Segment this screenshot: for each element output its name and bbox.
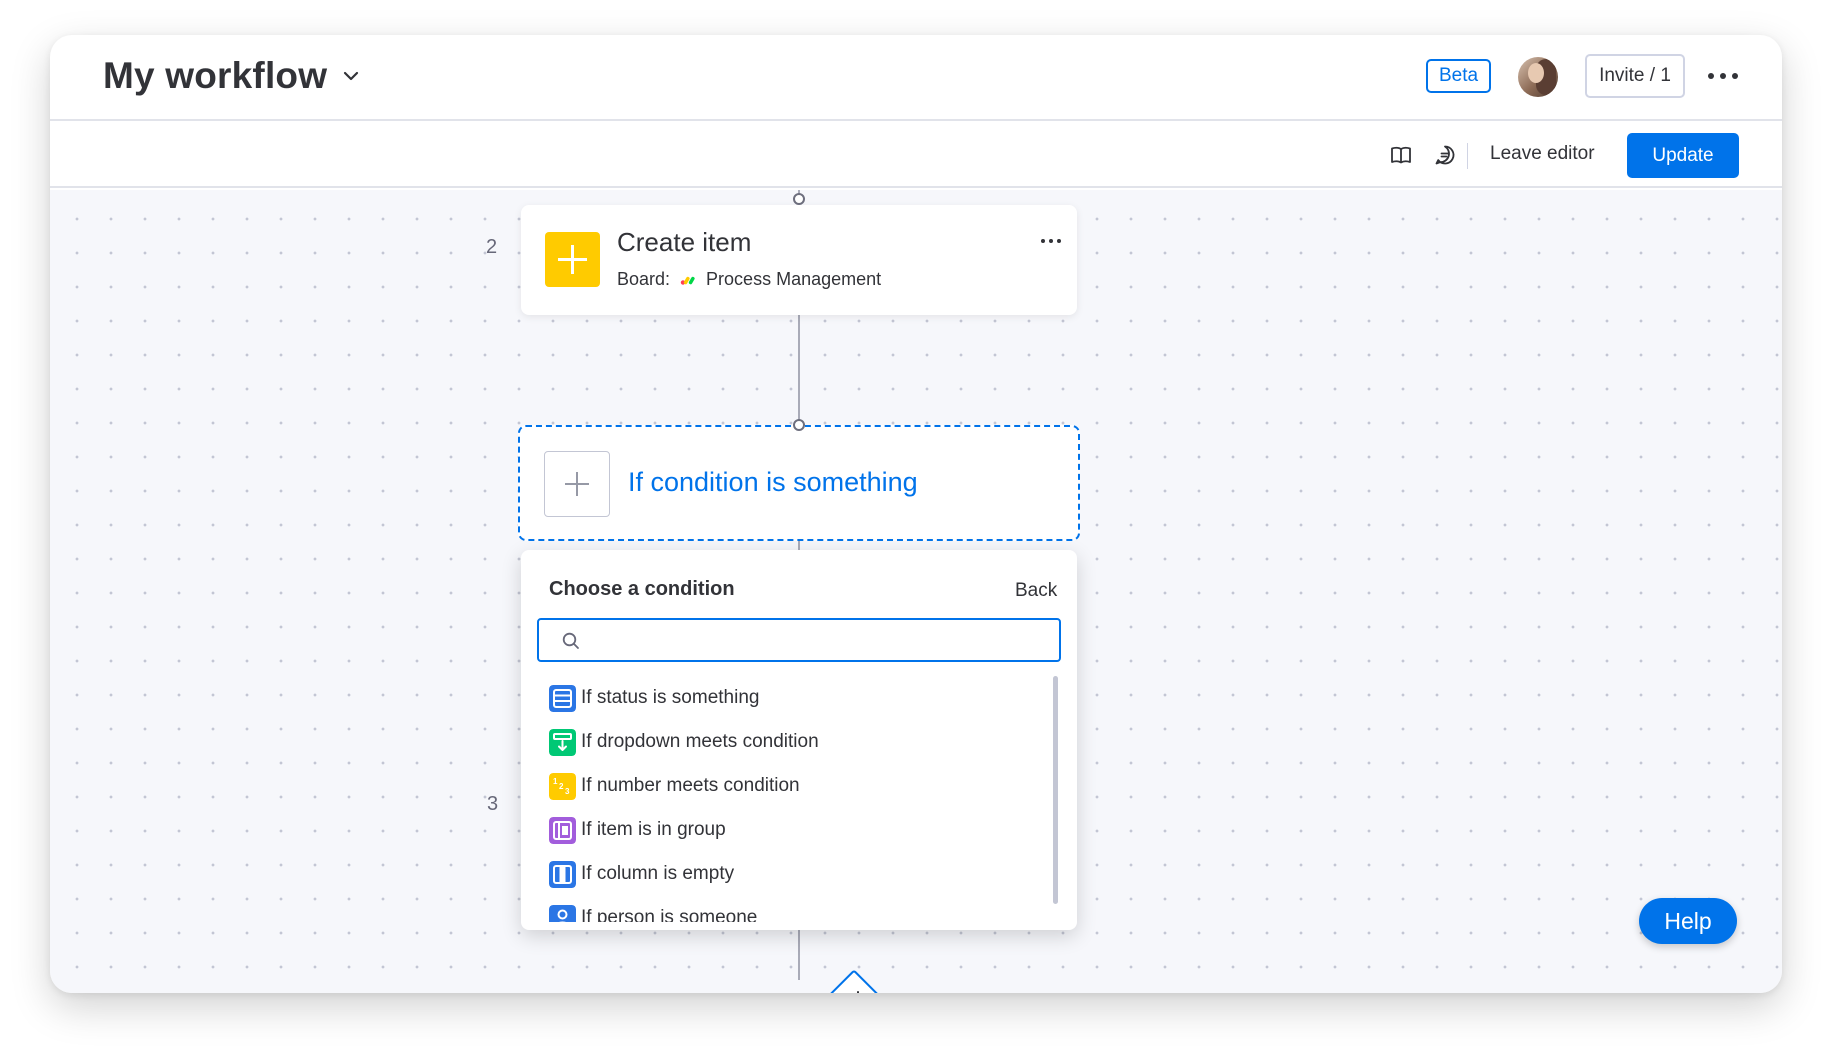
card-more-icon[interactable] bbox=[1041, 239, 1061, 245]
book-icon[interactable] bbox=[1389, 143, 1413, 167]
condition-list: If status is something If dropdown meets… bbox=[521, 670, 1061, 922]
dropdown-title: Choose a condition bbox=[549, 578, 735, 600]
column-icon bbox=[549, 860, 576, 888]
list-item-label: If column is empty bbox=[581, 863, 735, 884]
svg-text:3: 3 bbox=[565, 787, 570, 796]
dropdown-scrollbar[interactable] bbox=[1053, 676, 1058, 904]
workflow-canvas[interactable]: 2 3 Create item Board: Process Managemen… bbox=[50, 190, 1782, 993]
board-label: Board: bbox=[617, 269, 671, 289]
update-button[interactable]: Update bbox=[1627, 133, 1739, 178]
beta-badge: Beta bbox=[1426, 59, 1491, 93]
plus-icon bbox=[545, 232, 600, 287]
create-item-card[interactable]: Create item Board: Process Management bbox=[521, 205, 1077, 315]
board-name: Process Management bbox=[706, 269, 882, 289]
dropdown-column-icon bbox=[549, 728, 576, 756]
create-item-title: Create item bbox=[617, 227, 752, 257]
workflow-editor-window: My workflow Beta Invite / 1 Leave editor… bbox=[50, 35, 1782, 993]
more-options-icon[interactable] bbox=[1708, 63, 1738, 89]
connector-node[interactable] bbox=[793, 419, 805, 431]
person-column-icon bbox=[549, 904, 576, 922]
header: My workflow Beta Invite / 1 bbox=[50, 35, 1782, 121]
monday-logo-icon bbox=[680, 276, 695, 285]
toolbar-divider bbox=[1467, 143, 1468, 169]
back-button[interactable]: Back bbox=[1015, 580, 1057, 602]
condition-search-input[interactable] bbox=[537, 618, 1061, 662]
workflow-title-dropdown[interactable]: My workflow bbox=[103, 55, 361, 97]
step-number: 2 bbox=[486, 236, 498, 258]
branch-arrows-icon bbox=[857, 991, 859, 993]
step-number: 3 bbox=[487, 793, 499, 815]
avatar-face bbox=[1528, 63, 1544, 83]
workflow-title: My workflow bbox=[103, 55, 328, 96]
list-item[interactable]: If item is in group bbox=[549, 815, 726, 845]
list-item[interactable]: If dropdown meets condition bbox=[549, 727, 819, 757]
list-item-label: If item is in group bbox=[581, 819, 726, 840]
list-item-label: If status is something bbox=[581, 687, 760, 708]
chat-icon[interactable] bbox=[1433, 143, 1457, 167]
invite-button[interactable]: Invite / 1 bbox=[1585, 54, 1685, 98]
list-item[interactable]: 1 2 3 If number meets condition bbox=[549, 771, 800, 801]
condition-card[interactable]: If condition is something bbox=[518, 425, 1080, 541]
condition-label[interactable]: If condition is something bbox=[628, 467, 918, 498]
search-icon bbox=[562, 632, 579, 649]
user-avatar[interactable] bbox=[1518, 57, 1558, 97]
list-item-label: If person is someone bbox=[581, 907, 758, 922]
status-column-icon bbox=[549, 684, 576, 712]
list-item-label: If dropdown meets condition bbox=[581, 731, 819, 752]
connector-line bbox=[798, 315, 800, 425]
svg-text:1: 1 bbox=[553, 777, 558, 786]
list-item-label: If number meets condition bbox=[581, 775, 800, 796]
list-item[interactable]: If status is something bbox=[549, 683, 759, 713]
board-selector[interactable]: Board: Process Management bbox=[617, 269, 881, 290]
add-condition-icon[interactable] bbox=[544, 451, 610, 517]
numbers-column-icon: 1 2 3 bbox=[549, 772, 576, 800]
help-button[interactable]: Help bbox=[1639, 898, 1737, 944]
list-item[interactable]: If person is someone bbox=[549, 903, 757, 922]
condition-dropdown: Choose a condition Back If status is som… bbox=[521, 550, 1077, 930]
leave-editor-button[interactable]: Leave editor bbox=[1490, 143, 1595, 165]
svg-text:2: 2 bbox=[559, 782, 564, 791]
group-icon bbox=[549, 816, 576, 844]
list-item[interactable]: If column is empty bbox=[549, 859, 734, 889]
connector-line bbox=[798, 930, 800, 980]
chevron-down-icon bbox=[344, 71, 359, 81]
editor-toolbar: Leave editor Update bbox=[50, 123, 1782, 188]
connector-node[interactable] bbox=[793, 193, 805, 205]
